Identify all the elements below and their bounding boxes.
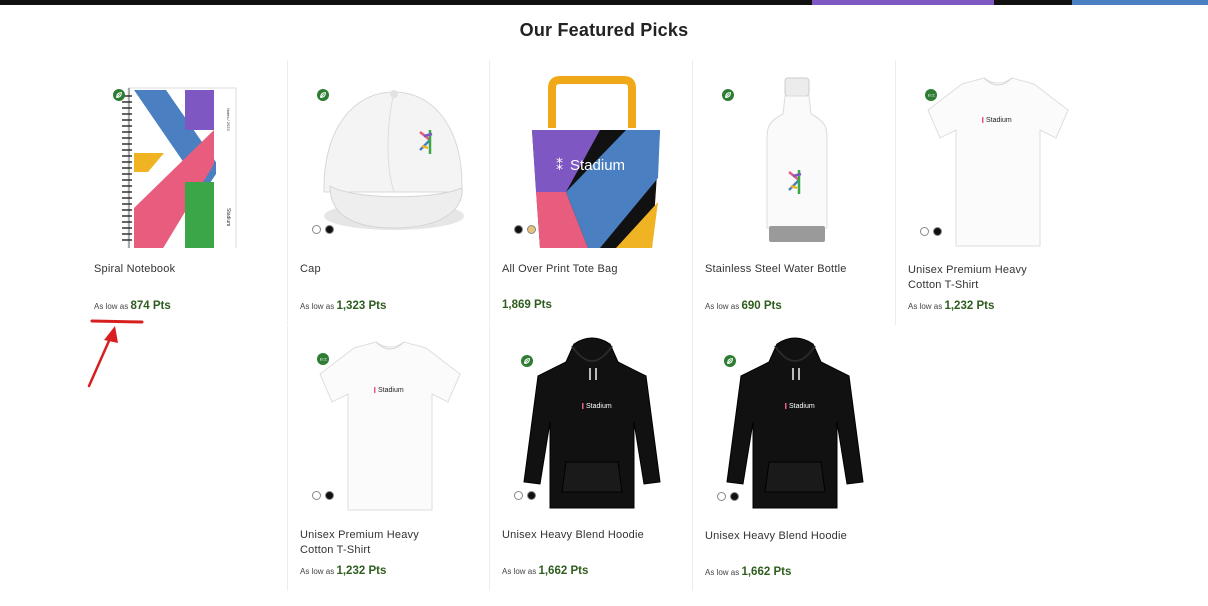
color-swatches bbox=[312, 491, 334, 500]
swatch-white[interactable] bbox=[312, 491, 321, 500]
leaf-icon bbox=[722, 89, 734, 101]
leaf-icon bbox=[113, 89, 125, 101]
eco-icon: ECO bbox=[925, 89, 937, 101]
annotation-arrow-head bbox=[104, 326, 118, 343]
annotation-underline bbox=[90, 319, 144, 324]
swatch-tan[interactable] bbox=[527, 225, 536, 234]
swatch-black[interactable] bbox=[325, 491, 334, 500]
swatch-black[interactable] bbox=[730, 492, 739, 501]
swatch-white[interactable] bbox=[920, 227, 929, 236]
color-swatches bbox=[717, 492, 739, 501]
leaf-icon bbox=[724, 355, 736, 367]
color-swatches bbox=[920, 227, 942, 236]
swatch-black[interactable] bbox=[325, 225, 334, 234]
leaf-icon bbox=[521, 355, 533, 367]
swatch-white[interactable] bbox=[514, 491, 523, 500]
svg-text:ECO: ECO bbox=[320, 358, 327, 362]
swatch-black[interactable] bbox=[933, 227, 942, 236]
swatch-white[interactable] bbox=[717, 492, 726, 501]
eco-icon: ECO bbox=[317, 353, 329, 365]
color-swatches bbox=[514, 491, 536, 500]
swatch-black[interactable] bbox=[514, 225, 523, 234]
annotation-arrow bbox=[87, 319, 144, 388]
swatch-black[interactable] bbox=[527, 491, 536, 500]
swatch-white[interactable] bbox=[312, 225, 321, 234]
leaf-icon bbox=[317, 89, 329, 101]
color-swatches bbox=[312, 225, 334, 234]
svg-text:ECO: ECO bbox=[928, 94, 935, 98]
color-swatches bbox=[514, 225, 536, 234]
annotation-arrow-shaft bbox=[87, 332, 114, 388]
